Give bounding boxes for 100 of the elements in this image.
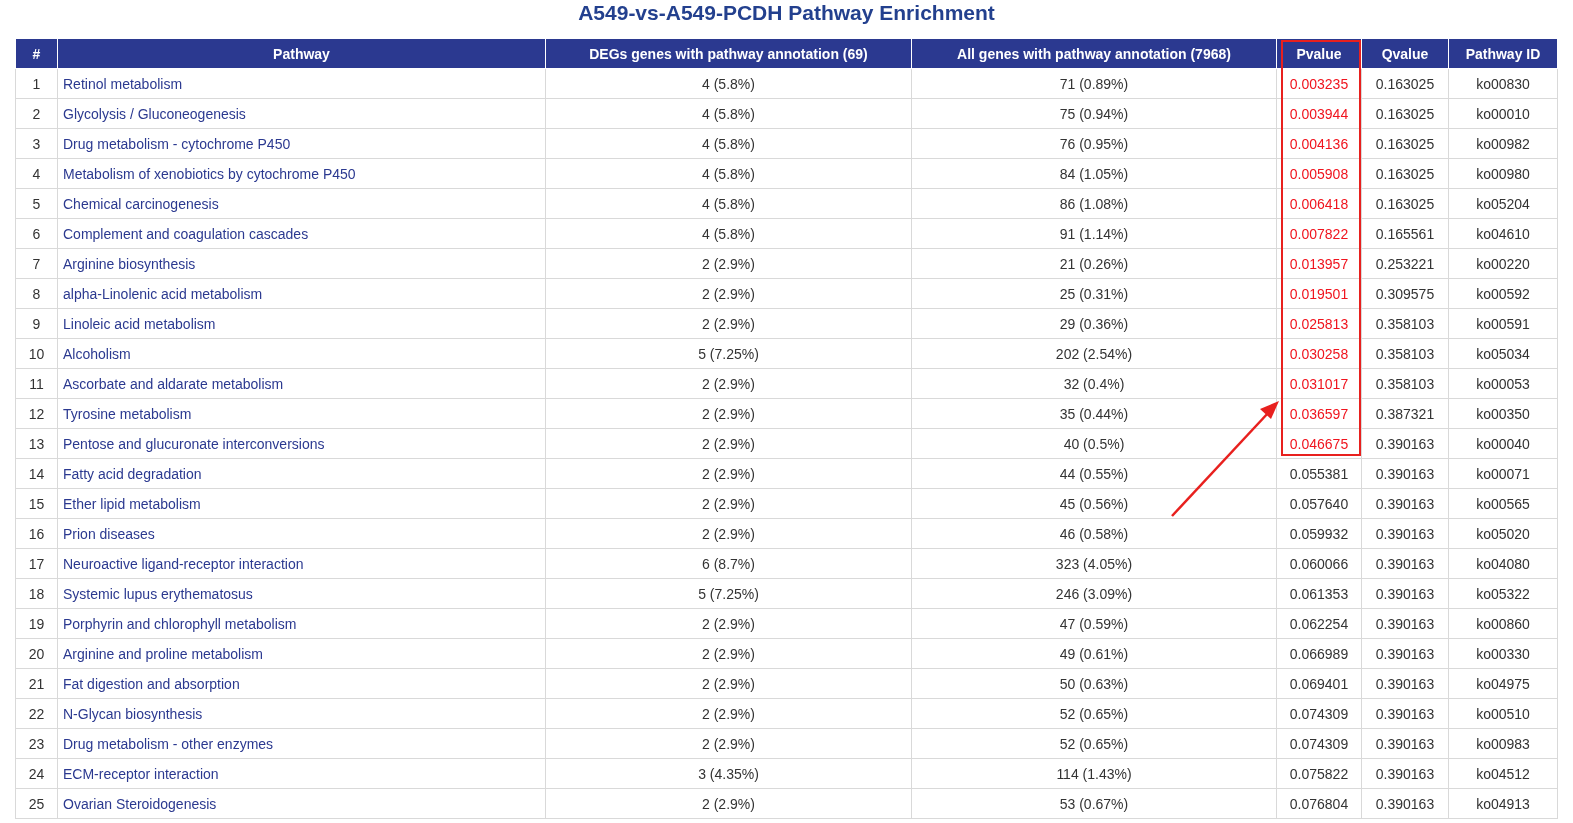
pvalue-cell: 0.057640 (1276, 488, 1362, 519)
table-cell: 246 (3.09%) (911, 578, 1277, 609)
pvalue-cell: 0.031017 (1276, 368, 1362, 399)
pathway-link[interactable]: Retinol metabolism (63, 75, 183, 92)
table-cell: 49 (0.61%) (911, 638, 1277, 669)
table-cell: ko00983 (1448, 728, 1558, 759)
pathway-link[interactable]: Prion diseases (63, 525, 155, 542)
pvalue-cell: 0.055381 (1276, 458, 1362, 489)
table-cell: 114 (1.43%) (911, 758, 1277, 789)
pathway-link[interactable]: Chemical carcinogenesis (63, 195, 219, 212)
table-cell: ko04610 (1448, 218, 1558, 249)
table-cell: 4 (5.8%) (545, 158, 912, 189)
row-number: 16 (15, 518, 58, 549)
pvalue-cell: 0.074309 (1276, 728, 1362, 759)
row-number: 2 (15, 98, 58, 129)
pathway-link[interactable]: Complement and coagulation cascades (63, 225, 309, 242)
row-number: 1 (15, 68, 58, 99)
pvalue-cell: 0.061353 (1276, 578, 1362, 609)
table-cell: 25 (0.31%) (911, 278, 1277, 309)
table-cell: 2 (2.9%) (545, 488, 912, 519)
pvalue-cell: 0.030258 (1276, 338, 1362, 369)
table-cell: ko04512 (1448, 758, 1558, 789)
table-cell: 50 (0.63%) (911, 668, 1277, 699)
pvalue-cell: 0.005908 (1276, 158, 1362, 189)
pathway-link[interactable]: Systemic lupus erythematosus (63, 585, 253, 602)
pvalue-cell: 0.004136 (1276, 128, 1362, 159)
row-number: 8 (15, 278, 58, 309)
table-cell: ko00071 (1448, 458, 1558, 489)
table-cell: 0.390163 (1361, 578, 1449, 609)
column-header: # (15, 38, 58, 69)
table-cell: 0.163025 (1361, 188, 1449, 219)
table-cell: 0.163025 (1361, 68, 1449, 99)
table-cell: 52 (0.65%) (911, 728, 1277, 759)
pathway-link[interactable]: ECM-receptor interaction (63, 765, 219, 782)
column-header: Pathway (57, 38, 546, 69)
table-cell: 0.309575 (1361, 278, 1449, 309)
table-cell: ko00053 (1448, 368, 1558, 399)
row-number: 24 (15, 758, 58, 789)
pvalue-cell: 0.003235 (1276, 68, 1362, 99)
table-cell: 47 (0.59%) (911, 608, 1277, 639)
row-number: 10 (15, 338, 58, 369)
pathway-link[interactable]: Tyrosine metabolism (63, 405, 192, 422)
table-cell: 0.163025 (1361, 128, 1449, 159)
row-number: 15 (15, 488, 58, 519)
pathway-link[interactable]: Drug metabolism - other enzymes (63, 735, 274, 752)
row-number: 18 (15, 578, 58, 609)
pvalue-cell: 0.019501 (1276, 278, 1362, 309)
table-cell: 21 (0.26%) (911, 248, 1277, 279)
table-cell: 2 (2.9%) (545, 698, 912, 729)
table-cell: 32 (0.4%) (911, 368, 1277, 399)
table-cell: 2 (2.9%) (545, 728, 912, 759)
table-cell: 0.390163 (1361, 638, 1449, 669)
table-cell: 5 (7.25%) (545, 338, 912, 369)
pathway-link[interactable]: Alcoholism (63, 345, 131, 362)
table-cell: 53 (0.67%) (911, 788, 1277, 819)
pathway-link[interactable]: Arginine biosynthesis (63, 255, 196, 272)
table-cell: 2 (2.9%) (545, 248, 912, 279)
table-cell: 0.390163 (1361, 458, 1449, 489)
table-cell: ko05204 (1448, 188, 1558, 219)
table-cell: 44 (0.55%) (911, 458, 1277, 489)
pathway-link[interactable]: Ether lipid metabolism (63, 495, 201, 512)
row-number: 21 (15, 668, 58, 699)
column-header: DEGs genes with pathway annotation (69) (545, 38, 912, 69)
table-cell: 0.253221 (1361, 248, 1449, 279)
row-number: 23 (15, 728, 58, 759)
pathway-link[interactable]: Pentose and glucuronate interconversions (63, 435, 325, 452)
table-cell: 2 (2.9%) (545, 398, 912, 429)
table-cell: 2 (2.9%) (545, 428, 912, 459)
pathway-link[interactable]: Drug metabolism - cytochrome P450 (63, 135, 291, 152)
pathway-link[interactable]: Fatty acid degradation (63, 465, 202, 482)
pathway-link[interactable]: Arginine and proline metabolism (63, 645, 263, 662)
table-cell: ko00982 (1448, 128, 1558, 159)
table-cell: 0.165561 (1361, 218, 1449, 249)
table-cell: 4 (5.8%) (545, 98, 912, 129)
pvalue-cell: 0.007822 (1276, 218, 1362, 249)
pathway-link[interactable]: Porphyrin and chlorophyll metabolism (63, 615, 297, 632)
pvalue-cell: 0.003944 (1276, 98, 1362, 129)
table-cell: 29 (0.36%) (911, 308, 1277, 339)
row-number: 13 (15, 428, 58, 459)
table-cell: 45 (0.56%) (911, 488, 1277, 519)
pathway-link[interactable]: Ovarian Steroidogenesis (63, 795, 217, 812)
pathway-link[interactable]: alpha-Linolenic acid metabolism (63, 285, 263, 302)
pvalue-cell: 0.013957 (1276, 248, 1362, 279)
pathway-link[interactable]: Glycolysis / Gluconeogenesis (63, 105, 246, 122)
table-cell: 86 (1.08%) (911, 188, 1277, 219)
table-cell: 0.163025 (1361, 158, 1449, 189)
pvalue-cell: 0.066989 (1276, 638, 1362, 669)
pathway-link[interactable]: Linoleic acid metabolism (63, 315, 216, 332)
pathway-link[interactable]: Ascorbate and aldarate metabolism (63, 375, 284, 392)
table-cell: ko00860 (1448, 608, 1558, 639)
pathway-link[interactable]: Metabolism of xenobiotics by cytochrome P450 (63, 165, 356, 182)
table-cell: 2 (2.9%) (545, 308, 912, 339)
pathway-link[interactable]: Fat digestion and absorption (63, 675, 240, 692)
row-number: 25 (15, 788, 58, 819)
row-number: 12 (15, 398, 58, 429)
pathway-link[interactable]: Neuroactive ligand-receptor interaction (63, 555, 304, 572)
table-cell: 0.163025 (1361, 98, 1449, 129)
pathway-link[interactable]: N-Glycan biosynthesis (63, 705, 203, 722)
table-cell: 2 (2.9%) (545, 638, 912, 669)
table-cell: ko00350 (1448, 398, 1558, 429)
